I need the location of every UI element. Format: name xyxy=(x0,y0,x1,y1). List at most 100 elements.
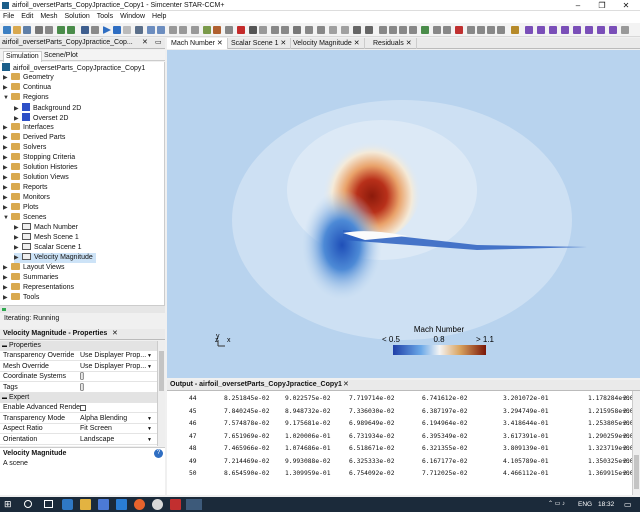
import-icon[interactable] xyxy=(35,26,43,34)
record-icon[interactable] xyxy=(237,26,245,34)
store-icon[interactable] xyxy=(98,499,109,510)
view-front-icon[interactable] xyxy=(379,26,387,34)
expand-arrow-icon[interactable]: ▶ xyxy=(3,73,11,83)
tree-item-plots[interactable]: ▶ Plots xyxy=(3,203,39,213)
select-icon[interactable] xyxy=(317,26,325,34)
expand-arrow-icon[interactable]: ▶ xyxy=(3,293,11,303)
property-value[interactable]: Fit Screen xyxy=(80,424,112,434)
expand-arrow-icon[interactable]: ▶ xyxy=(14,223,22,233)
dropdown-arrow-icon[interactable]: ▼ xyxy=(147,362,152,372)
tree-item-mesh-scene-1[interactable]: ▶ Mesh Scene 1 xyxy=(14,233,79,243)
tree-item-velocity-magnitude[interactable]: ▶ Velocity Magnitude xyxy=(14,253,96,263)
displayer-icon[interactable] xyxy=(537,26,545,34)
annotation-icon[interactable] xyxy=(511,26,519,34)
expand-arrow-icon[interactable]: ▶ xyxy=(3,153,11,163)
task-view-icon[interactable] xyxy=(44,500,53,508)
plot-icon[interactable] xyxy=(157,26,165,34)
property-row[interactable]: Coordinate Systems [] xyxy=(0,372,157,383)
property-row[interactable]: Transparency Override Use Displayer Prop.… xyxy=(0,351,157,362)
expand-arrow-icon[interactable]: ▼ xyxy=(3,93,11,103)
tree-item-continua[interactable]: ▶ Continua xyxy=(3,83,51,93)
clear-solution-icon[interactable] xyxy=(91,26,99,34)
property-value[interactable]: Landscape xyxy=(80,435,114,445)
expand-arrow-icon[interactable]: ▶ xyxy=(14,233,22,243)
view-back-icon[interactable] xyxy=(389,26,397,34)
report-icon[interactable] xyxy=(169,26,177,34)
firefox-icon[interactable] xyxy=(134,499,145,510)
clock[interactable]: 18:32 xyxy=(598,497,614,512)
checkbox[interactable] xyxy=(80,405,86,412)
collapse-icon[interactable]: ▬ xyxy=(2,341,7,351)
pan-icon[interactable] xyxy=(281,26,289,34)
tool-icon[interactable] xyxy=(225,26,233,34)
fit-icon[interactable] xyxy=(305,26,313,34)
menu-help[interactable]: Help xyxy=(149,11,170,23)
property-row[interactable]: Orientation Landscape ▼ xyxy=(0,435,157,445)
dropdown-arrow-icon[interactable]: ▼ xyxy=(147,351,152,361)
iso-view-icon[interactable] xyxy=(421,26,429,34)
expand-arrow-icon[interactable]: ▶ xyxy=(3,83,11,93)
run-icon[interactable] xyxy=(103,26,111,34)
property-value[interactable]: [] xyxy=(80,383,84,393)
maximize-button[interactable]: ❐ xyxy=(590,0,614,11)
tree-item-scenes[interactable]: ▼ Scenes xyxy=(3,213,46,223)
tree-item-layout-views[interactable]: ▶ Layout Views xyxy=(3,263,65,273)
screenshot-icon[interactable] xyxy=(353,26,361,34)
vector-icon[interactable] xyxy=(549,26,557,34)
property-section[interactable]: Properties ▬ xyxy=(0,341,157,351)
edge-icon[interactable] xyxy=(62,499,73,510)
expand-arrow-icon[interactable]: ▶ xyxy=(3,143,11,153)
tree-item-interfaces[interactable]: ▶ Interfaces xyxy=(3,123,54,133)
tree-item-solvers[interactable]: ▶ Solvers xyxy=(3,143,46,153)
tree-item-overset-2d[interactable]: ▶ Overset 2D xyxy=(14,113,68,123)
play-back-icon[interactable] xyxy=(467,26,475,34)
expand-arrow-icon[interactable]: ▶ xyxy=(3,123,11,133)
initialize-icon[interactable] xyxy=(81,26,89,34)
dropdown-arrow-icon[interactable]: ▼ xyxy=(147,435,152,445)
close-icon[interactable]: ✕ xyxy=(142,38,148,48)
expand-arrow-icon[interactable]: ▼ xyxy=(3,213,11,223)
menu-edit[interactable]: Edit xyxy=(18,11,37,23)
tree-item-solution-views[interactable]: ▶ Solution Views xyxy=(3,173,69,183)
menu-tools[interactable]: Tools xyxy=(94,11,117,23)
close-button[interactable]: ✕ xyxy=(614,0,638,11)
tree-item-scalar-scene-1[interactable]: ▶ Scalar Scene 1 xyxy=(14,243,81,253)
dropdown-arrow-icon[interactable]: ▼ xyxy=(147,414,152,424)
lighting-icon[interactable] xyxy=(443,26,451,34)
monitor-icon[interactable] xyxy=(179,26,187,34)
tree-item-representations[interactable]: ▶ Representations xyxy=(3,283,74,293)
step-back-icon[interactable] xyxy=(477,26,485,34)
contour-icon[interactable] xyxy=(573,26,581,34)
grid-icon[interactable] xyxy=(249,26,257,34)
expand-arrow-icon[interactable]: ▶ xyxy=(3,193,11,203)
step-icon[interactable] xyxy=(113,26,121,34)
step-forward-icon[interactable] xyxy=(497,26,505,34)
chrome-icon[interactable] xyxy=(152,499,163,510)
menu-window[interactable]: Window xyxy=(117,11,149,23)
measure-icon[interactable] xyxy=(329,26,337,34)
menu-solution[interactable]: Solution xyxy=(61,11,93,23)
collapse-icon[interactable]: ▬ xyxy=(2,393,7,403)
perspective-icon[interactable] xyxy=(433,26,441,34)
expand-arrow-icon[interactable]: ▶ xyxy=(14,243,22,253)
open-file-icon[interactable] xyxy=(13,26,21,34)
mesh-icon[interactable] xyxy=(57,26,65,34)
simulation-panel-tab[interactable]: airfoil_oversetParts_CopyJpractice_Cop..… xyxy=(2,38,133,48)
tree-item-summaries[interactable]: ▶ Summaries xyxy=(3,273,58,283)
expand-arrow-icon[interactable]: ▶ xyxy=(3,273,11,283)
tree-item-background-2d[interactable]: ▶ Background 2D xyxy=(14,103,81,113)
expand-arrow-icon[interactable]: ▶ xyxy=(3,163,11,173)
property-row[interactable]: Mesh Override Use Displayer Prop... ▼ xyxy=(0,362,157,372)
expand-arrow-icon[interactable]: ▶ xyxy=(3,173,11,183)
property-value[interactable]: [] xyxy=(80,372,84,382)
help-icon[interactable]: ? xyxy=(154,449,163,458)
menu-file[interactable]: File xyxy=(0,11,18,23)
view-top-icon[interactable] xyxy=(399,26,407,34)
geometry-icon[interactable] xyxy=(203,26,211,34)
tab-scalar-scene-1[interactable]: Scalar Scene 1 ✕ xyxy=(227,38,292,49)
property-row[interactable]: Enable Advanced Render xyxy=(0,403,157,414)
animation-record-icon[interactable] xyxy=(455,26,463,34)
expand-arrow-icon[interactable]: ▶ xyxy=(3,133,11,143)
tree-item-reports[interactable]: ▶ Reports xyxy=(3,183,48,193)
scene-icon[interactable] xyxy=(147,26,155,34)
